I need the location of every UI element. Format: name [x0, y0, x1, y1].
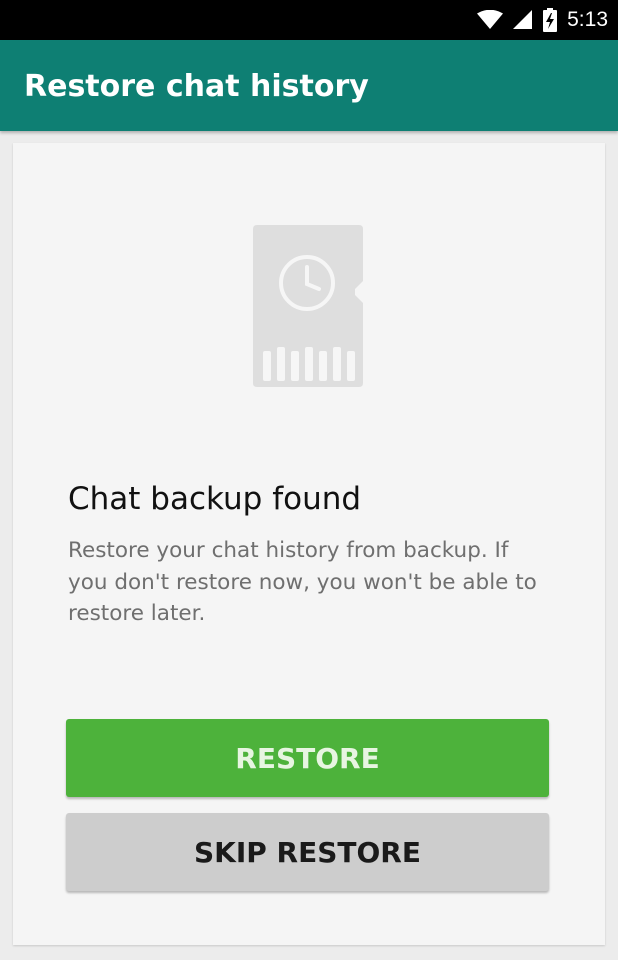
backup-description: Restore your chat history from backup. I…	[68, 538, 537, 626]
cell-signal-icon	[513, 10, 533, 29]
page-title: Restore chat history	[24, 69, 369, 104]
app-bar: Restore chat history	[0, 40, 618, 131]
backup-found-heading: Chat backup found	[68, 481, 362, 517]
status-bar: 5:13	[0, 0, 618, 40]
status-time: 5:13	[567, 8, 608, 31]
restore-button[interactable]: RESTORE	[66, 719, 549, 797]
sd-card-clock-icon	[253, 225, 363, 387]
restore-card: Chat backup found Restore your chat hist…	[13, 143, 605, 945]
status-icons: 5:13	[477, 0, 608, 40]
skip-restore-button[interactable]: SKIP RESTORE	[66, 813, 549, 891]
wifi-icon	[477, 10, 504, 29]
battery-charging-icon	[543, 8, 558, 32]
